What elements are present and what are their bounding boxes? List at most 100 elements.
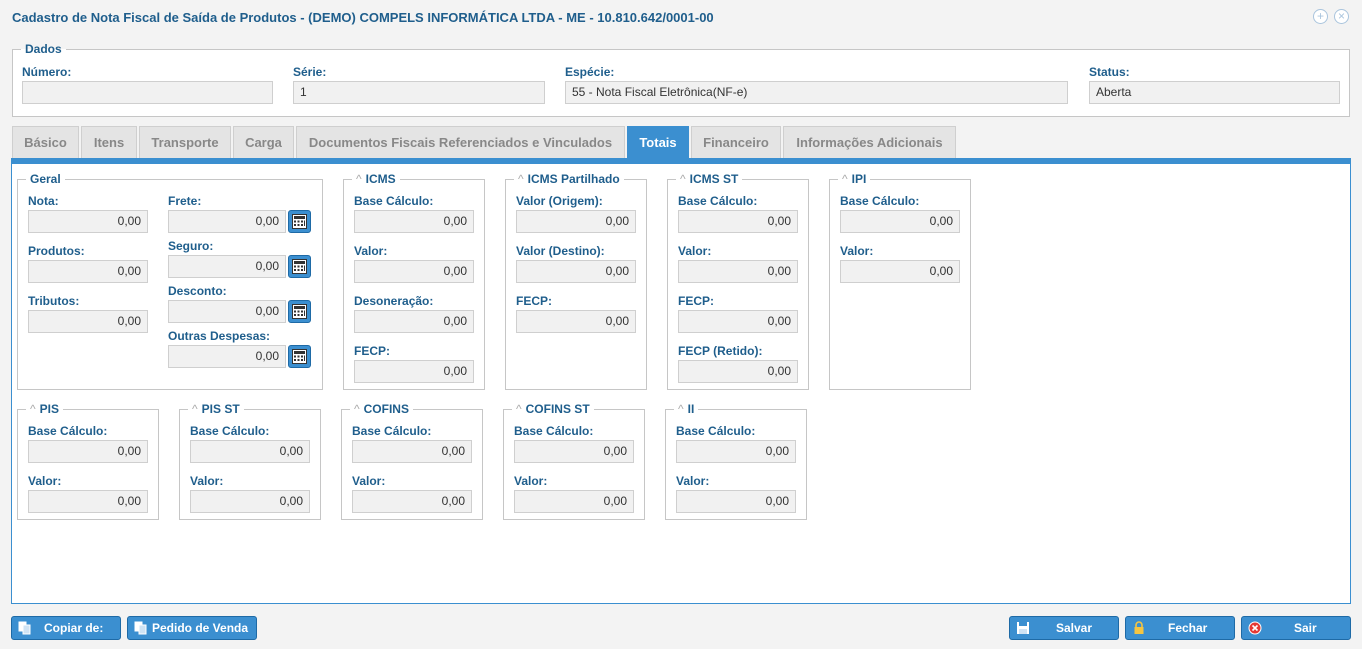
- cofins-st-base-input[interactable]: 0,00: [514, 440, 634, 463]
- icms-st-fecp-label: FECP:: [678, 294, 714, 308]
- icms-st-fecp-retido-input[interactable]: 0,00: [678, 360, 798, 383]
- icms-partilhado-origem-input[interactable]: 0,00: [516, 210, 636, 233]
- status-input[interactable]: Aberta: [1089, 81, 1340, 104]
- collapse-icon[interactable]: ^: [356, 172, 362, 186]
- exit-icon: [1248, 621, 1262, 635]
- cofins-legend[interactable]: ^ COFINS: [350, 402, 413, 416]
- tab-transporte[interactable]: Transporte: [139, 126, 231, 158]
- salvar-button[interactable]: Salvar: [1009, 616, 1119, 640]
- serie-label: Série:: [293, 65, 327, 79]
- dados-legend: Dados: [25, 42, 62, 56]
- icms-st-valor-label: Valor:: [678, 244, 712, 258]
- collapse-icon[interactable]: ^: [30, 402, 36, 416]
- outras-despesas-calculator-icon[interactable]: [288, 345, 311, 368]
- outras-despesas-input[interactable]: 0,00: [168, 345, 286, 368]
- tab-itens[interactable]: Itens: [81, 126, 137, 158]
- pis-st-valor-input[interactable]: 0,00: [190, 490, 310, 513]
- produtos-input[interactable]: 0,00: [28, 260, 148, 283]
- cofins-base-input[interactable]: 0,00: [352, 440, 472, 463]
- icms-valor-input[interactable]: 0,00: [354, 260, 474, 283]
- nota-input[interactable]: 0,00: [28, 210, 148, 233]
- close-icon[interactable]: ×: [1334, 9, 1349, 24]
- pis-base-label: Base Cálculo:: [28, 424, 108, 438]
- cofins-st-legend[interactable]: ^ COFINS ST: [512, 402, 594, 416]
- icms-st-legend[interactable]: ^ ICMS ST: [676, 172, 742, 186]
- icms-st-valor-input[interactable]: 0,00: [678, 260, 798, 283]
- pis-st-legend[interactable]: ^ PIS ST: [188, 402, 244, 416]
- seguro-calculator-icon[interactable]: [288, 255, 311, 278]
- tab-carga[interactable]: Carga: [233, 126, 294, 158]
- main-window: Cadastro de Nota Fiscal de Saída de Prod…: [0, 0, 1362, 649]
- cofins-valor-input[interactable]: 0,00: [352, 490, 472, 513]
- ii-valor-input[interactable]: 0,00: [676, 490, 796, 513]
- tab-financeiro[interactable]: Financeiro: [691, 126, 781, 158]
- collapse-icon[interactable]: ^: [516, 402, 522, 416]
- collapse-icon[interactable]: ^: [842, 172, 848, 186]
- frete-calculator-icon[interactable]: [288, 210, 311, 233]
- icms-desoneracao-input[interactable]: 0,00: [354, 310, 474, 333]
- serie-input[interactable]: 1: [293, 81, 545, 104]
- pis-st-legend-text: PIS ST: [201, 402, 240, 416]
- icms-partilhado-legend[interactable]: ^ ICMS Partilhado: [514, 172, 624, 186]
- collapse-icon[interactable]: ^: [678, 402, 684, 416]
- collapse-icon[interactable]: ^: [518, 172, 524, 186]
- tab-documentos-fiscais[interactable]: Documentos Fiscais Referenciados e Vincu…: [296, 126, 625, 158]
- cofins-st-legend-text: COFINS ST: [525, 402, 590, 416]
- tributos-input[interactable]: 0,00: [28, 310, 148, 333]
- cofins-st-valor-label: Valor:: [514, 474, 548, 488]
- pis-legend-text: PIS: [39, 402, 59, 416]
- frete-input[interactable]: 0,00: [168, 210, 286, 233]
- geral-legend: Geral: [30, 172, 61, 186]
- save-icon: [1017, 622, 1029, 634]
- pis-legend[interactable]: ^ PIS: [26, 402, 63, 416]
- maximize-icon[interactable]: +: [1313, 9, 1328, 24]
- ii-base-input[interactable]: 0,00: [676, 440, 796, 463]
- icms-partilhado-destino-input[interactable]: 0,00: [516, 260, 636, 283]
- copiar-de-button[interactable]: Copiar de:: [11, 616, 121, 640]
- cofins-st-base-label: Base Cálculo:: [514, 424, 594, 438]
- ii-legend[interactable]: ^ II: [674, 402, 698, 416]
- seguro-input[interactable]: 0,00: [168, 255, 286, 278]
- pis-st-base-label: Base Cálculo:: [190, 424, 270, 438]
- icms-st-fecp-input[interactable]: 0,00: [678, 310, 798, 333]
- copy-icon: [18, 621, 31, 635]
- window-title: Cadastro de Nota Fiscal de Saída de Prod…: [12, 10, 714, 25]
- ipi-base-label: Base Cálculo:: [840, 194, 920, 208]
- pedido-de-venda-label: Pedido de Venda: [152, 621, 249, 635]
- icms-base-input[interactable]: 0,00: [354, 210, 474, 233]
- icms-partilhado-legend-text: ICMS Partilhado: [527, 172, 620, 186]
- ii-valor-label: Valor:: [676, 474, 710, 488]
- desconto-calculator-icon[interactable]: [288, 300, 311, 323]
- frete-label: Frete:: [168, 194, 202, 208]
- icms-fecp-input[interactable]: 0,00: [354, 360, 474, 383]
- ipi-base-input[interactable]: 0,00: [840, 210, 960, 233]
- tab-basico[interactable]: Básico: [12, 126, 79, 158]
- tab-totais[interactable]: Totais: [627, 126, 689, 158]
- icms-partilhado-origem-label: Valor (Origem):: [516, 194, 603, 208]
- pedido-de-venda-button[interactable]: Pedido de Venda: [127, 616, 257, 640]
- icms-desoneracao-label: Desoneração:: [354, 294, 434, 308]
- fechar-label: Fechar: [1168, 621, 1208, 635]
- ipi-valor-label: Valor:: [840, 244, 874, 258]
- collapse-icon[interactable]: ^: [680, 172, 686, 186]
- cofins-base-label: Base Cálculo:: [352, 424, 432, 438]
- collapse-icon[interactable]: ^: [192, 402, 198, 416]
- ii-legend-text: II: [687, 402, 695, 416]
- ipi-valor-input[interactable]: 0,00: [840, 260, 960, 283]
- tab-informacoes-adicionais[interactable]: Informações Adicionais: [783, 126, 956, 158]
- ipi-legend[interactable]: ^ IPI: [838, 172, 870, 186]
- fechar-button[interactable]: Fechar: [1125, 616, 1235, 640]
- pis-valor-input[interactable]: 0,00: [28, 490, 148, 513]
- icms-st-base-input[interactable]: 0,00: [678, 210, 798, 233]
- icms-partilhado-fecp-input[interactable]: 0,00: [516, 310, 636, 333]
- pis-base-input[interactable]: 0,00: [28, 440, 148, 463]
- collapse-icon[interactable]: ^: [354, 402, 360, 416]
- cofins-st-valor-input[interactable]: 0,00: [514, 490, 634, 513]
- pis-st-base-input[interactable]: 0,00: [190, 440, 310, 463]
- numero-input[interactable]: [22, 81, 273, 104]
- sair-button[interactable]: Sair: [1241, 616, 1351, 640]
- especie-select[interactable]: 55 - Nota Fiscal Eletrônica(NF-e): [565, 81, 1068, 104]
- icms-legend[interactable]: ^ ICMS: [352, 172, 400, 186]
- desconto-input[interactable]: 0,00: [168, 300, 286, 323]
- pis-st-valor-label: Valor:: [190, 474, 224, 488]
